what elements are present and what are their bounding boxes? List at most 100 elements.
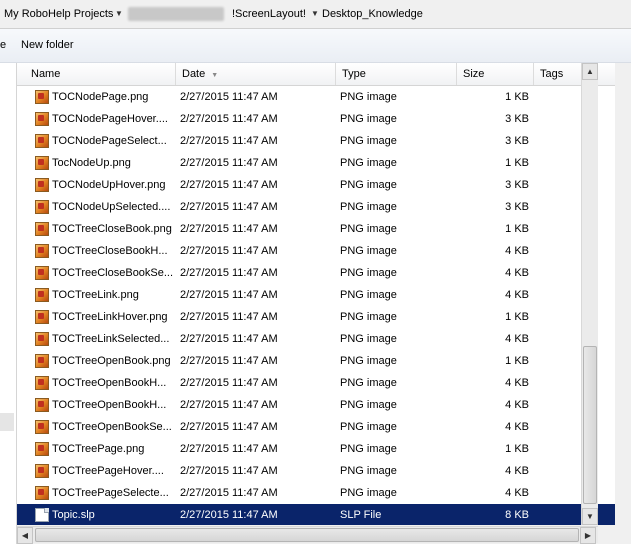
file-row[interactable]: TOCTreePageSelecte... 2/27/2015 11:47 AM P… [17,482,615,504]
scroll-left-button[interactable]: ◀ [17,527,33,544]
file-row[interactable]: TOCNodePage.png 2/27/2015 11:47 AM PNG ima… [17,86,615,108]
breadcrumb-item-screenlayout[interactable]: !ScreenLayout! [232,0,306,28]
file-type: PNG image [340,421,397,433]
file-row[interactable]: TOCTreeLink.png 2/27/2015 11:47 AM PNG ima… [17,284,615,306]
png-file-icon [35,244,49,258]
chevron-down-icon[interactable]: ▼ [311,0,319,28]
file-size: 1 KB [505,91,529,103]
file-type: PNG image [340,223,397,235]
file-date: 2/27/2015 11:47 AM [180,179,278,191]
breadcrumb-item-desktop-knowledge[interactable]: Desktop_Knowledge [322,0,423,28]
file-date: 2/27/2015 11:47 AM [180,157,278,169]
png-file-icon [35,288,49,302]
document-file-icon [35,508,49,522]
file-name: TOCTreeOpenBookH... [52,399,167,411]
file-date: 2/27/2015 11:47 AM [180,113,278,125]
file-size: 3 KB [505,135,529,147]
png-file-icon [35,310,49,324]
file-row[interactable]: TOCTreeCloseBookSe... 2/27/2015 11:47 AM P… [17,262,615,284]
file-list[interactable]: Name Date ▼ Type Size Tags TOCNodePage.pn… [17,63,615,525]
horizontal-scrollbar[interactable]: ◀ ▶ [17,526,598,544]
horizontal-scroll-thumb[interactable] [35,528,579,542]
file-type: PNG image [340,311,397,323]
file-type: PNG image [340,399,397,411]
file-row[interactable]: TOCTreeOpenBook.png 2/27/2015 11:47 AM PNG… [17,350,615,372]
file-name: TOCTreeLinkSelected... [52,333,170,345]
file-row[interactable]: TOCTreeOpenBookSe... 2/27/2015 11:47 AM PN… [17,416,615,438]
file-row[interactable]: TocNodeUp.png 2/27/2015 11:47 AM PNG image… [17,152,615,174]
file-row[interactable]: TOCTreePage.png 2/27/2015 11:47 AM PNG ima… [17,438,615,460]
file-name: TOCTreeCloseBookH... [52,245,168,257]
file-size: 8 KB [505,509,529,521]
file-row[interactable]: TOCTreeOpenBookH... 2/27/2015 11:47 AM PNG… [17,394,615,416]
column-header-size-label: Size [463,68,485,80]
file-row[interactable]: TOCNodePageHover.... 2/27/2015 11:47 AM PN… [17,108,615,130]
chevron-down-icon[interactable]: ▼ [115,0,123,28]
navigation-pane[interactable] [0,63,17,544]
file-name: TOCTreePageHover.... [52,465,164,477]
file-name: TOCNodePage.png [52,91,149,103]
file-row[interactable]: TOCTreePageHover.... 2/27/2015 11:47 AM PN… [17,460,615,482]
file-row[interactable]: TOCNodeUpSelected.... 2/27/2015 11:47 AM P… [17,196,615,218]
column-header-name[interactable]: Name [25,63,176,85]
file-size: 1 KB [505,311,529,323]
file-size: 1 KB [505,443,529,455]
file-date: 2/27/2015 11:47 AM [180,267,278,279]
file-row[interactable]: TOCTreeLinkSelected... 2/27/2015 11:47 AM… [17,328,615,350]
file-name: TOCTreePageSelecte... [52,487,169,499]
file-name: TOCTreeCloseBookSe... [52,267,174,279]
png-file-icon [35,398,49,412]
file-type: PNG image [340,91,397,103]
file-size: 1 KB [505,355,529,367]
breadcrumb-item-robohelp-projects[interactable]: My RoboHelp Projects [4,0,113,28]
file-date: 2/27/2015 11:47 AM [180,91,278,103]
png-file-icon [35,464,49,478]
png-file-icon [35,90,49,104]
file-row[interactable]: TOCTreeLinkHover.png 2/27/2015 11:47 AM PN… [17,306,615,328]
new-folder-button[interactable]: New folder [21,29,74,62]
png-file-icon [35,112,49,126]
file-type: PNG image [340,113,397,125]
file-size: 1 KB [505,223,529,235]
file-row[interactable]: TOCNodeUpHover.png 2/27/2015 11:47 AM PNG … [17,174,615,196]
file-name: TOCTreeLink.png [52,289,139,301]
file-name: TOCTreeLinkHover.png [52,311,168,323]
file-row[interactable]: TOCTreeCloseBook.png 2/27/2015 11:47 AM PN… [17,218,615,240]
redacted-breadcrumb-item [128,7,224,21]
png-file-icon [35,376,49,390]
navigation-pane-selected-item[interactable] [0,413,14,431]
file-type: PNG image [340,135,397,147]
file-name: TOCTreeCloseBook.png [52,223,172,235]
file-date: 2/27/2015 11:47 AM [180,421,278,433]
file-name: TOCNodeUpHover.png [52,179,166,191]
vertical-scrollbar[interactable]: ▲ ▼ [581,63,598,525]
file-size: 3 KB [505,179,529,191]
file-size: 3 KB [505,113,529,125]
png-file-icon [35,442,49,456]
file-name: TOCNodePageHover.... [52,113,168,125]
vertical-scroll-thumb[interactable] [583,346,597,504]
file-size: 4 KB [505,245,529,257]
column-header-size[interactable]: Size [457,63,534,85]
file-row[interactable]: Topic.slp 2/27/2015 11:47 AM SLP File 8 KB [17,504,615,525]
file-row[interactable]: TOCTreeOpenBookH... 2/27/2015 11:47 AM PNG… [17,372,615,394]
file-name: TocNodeUp.png [52,157,131,169]
toolbar-partial-button[interactable]: e [0,29,6,62]
file-type: PNG image [340,443,397,455]
file-name: TOCNodePageSelect... [52,135,167,147]
file-size: 4 KB [505,465,529,477]
file-type: PNG image [340,465,397,477]
column-header-date[interactable]: Date ▼ [176,63,336,85]
png-file-icon [35,178,49,192]
file-row[interactable]: TOCNodePageSelect... 2/27/2015 11:47 AM PN… [17,130,615,152]
scroll-down-button[interactable]: ▼ [582,508,598,525]
column-header-type[interactable]: Type [336,63,457,85]
file-date: 2/27/2015 11:47 AM [180,443,278,455]
file-size: 3 KB [505,201,529,213]
png-file-icon [35,486,49,500]
file-row[interactable]: TOCTreeCloseBookH... 2/27/2015 11:47 AM PN… [17,240,615,262]
scroll-up-button[interactable]: ▲ [582,63,598,80]
file-type: SLP File [340,509,382,521]
scroll-right-button[interactable]: ▶ [580,527,596,544]
png-file-icon [35,266,49,280]
